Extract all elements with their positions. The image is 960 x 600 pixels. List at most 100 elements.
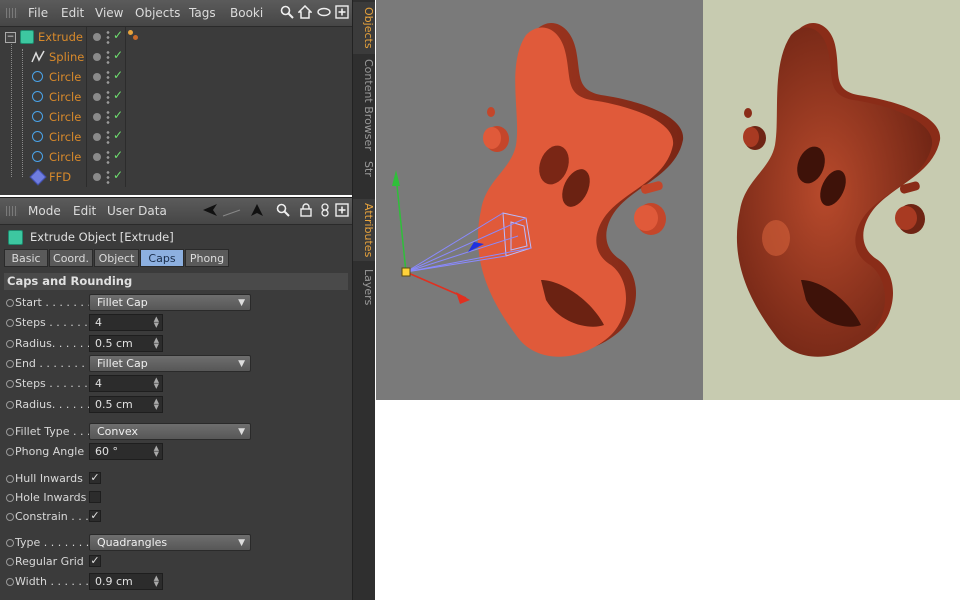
editor-render-dots-icon[interactable] (106, 70, 110, 84)
animate-bullet-icon[interactable] (6, 578, 14, 586)
end-dropdown[interactable]: Fillet Cap ▼ (89, 355, 251, 372)
grip-icon[interactable] (6, 8, 18, 18)
stepper-icon[interactable]: ▲ ▼ (154, 316, 159, 329)
visibility-dot-icon[interactable] (93, 53, 101, 61)
steps-start-field[interactable]: 4 ▲ ▼ (89, 314, 163, 331)
menu-bookmarks[interactable]: Booki (230, 6, 263, 20)
menu-edit[interactable]: Edit (73, 204, 96, 218)
tree-row-circle[interactable]: Circle ✓ (0, 107, 352, 127)
visibility-dot-icon[interactable] (93, 73, 101, 81)
extruded-object-shape[interactable] (376, 0, 703, 400)
editor-render-dots-icon[interactable] (106, 170, 110, 184)
visibility-dot-icon[interactable] (93, 173, 101, 181)
editor-render-dots-icon[interactable] (106, 90, 110, 104)
fillet-type-dropdown[interactable]: Convex ▼ (89, 423, 251, 440)
start-dropdown[interactable]: Fillet Cap ▼ (89, 294, 251, 311)
visibility-dot-icon[interactable] (93, 33, 101, 41)
animate-bullet-icon[interactable] (6, 428, 14, 436)
menu-tags[interactable]: Tags (189, 6, 216, 20)
editor-render-dots-icon[interactable] (106, 50, 110, 64)
lock-icon[interactable] (298, 203, 314, 219)
steps-end-field[interactable]: 4 ▲ ▼ (89, 375, 163, 392)
phong-angle-field[interactable]: 60 ° ▲ ▼ (89, 443, 163, 460)
enabled-check-icon[interactable]: ✓ (113, 108, 123, 122)
visibility-dot-icon[interactable] (93, 113, 101, 121)
tab-structure[interactable]: Str (353, 156, 375, 182)
enabled-check-icon[interactable]: ✓ (113, 128, 123, 142)
tag-icon-2[interactable] (133, 35, 138, 40)
animate-bullet-icon[interactable] (6, 448, 14, 456)
enabled-check-icon[interactable]: ✓ (113, 68, 123, 82)
tree-row-extrude[interactable]: Extrude ✓ (0, 27, 352, 47)
editor-render-dots-icon[interactable] (106, 30, 110, 44)
animate-bullet-icon[interactable] (6, 299, 14, 307)
radius-end-field[interactable]: 0.5 cm ▲ ▼ (89, 396, 163, 413)
animate-bullet-icon[interactable] (6, 539, 14, 547)
tree-row-circle[interactable]: Circle ✓ (0, 67, 352, 87)
tree-row-ffd[interactable]: FFD ✓ (0, 167, 352, 187)
tab-coord[interactable]: Coord. (49, 249, 93, 267)
animate-bullet-icon[interactable] (6, 475, 14, 483)
back-arrow-icon[interactable] (202, 203, 218, 219)
link-icon[interactable] (317, 203, 333, 219)
hull-inwards-checkbox[interactable]: ✓ (89, 472, 101, 484)
new-panel-icon[interactable] (334, 5, 350, 21)
radius-start-field[interactable]: 0.5 cm ▲ ▼ (89, 335, 163, 352)
menu-file[interactable]: File (28, 6, 48, 20)
menu-mode[interactable]: Mode (28, 204, 61, 218)
enabled-check-icon[interactable]: ✓ (113, 88, 123, 102)
home-icon[interactable] (297, 4, 313, 21)
visibility-dot-icon[interactable] (93, 153, 101, 161)
hole-inwards-checkbox[interactable] (89, 491, 101, 503)
constrain-checkbox[interactable]: ✓ (89, 510, 101, 522)
tag-icon[interactable] (128, 30, 133, 35)
tab-objects[interactable]: Objects (353, 2, 375, 54)
tree-row-circle[interactable]: Circle ✓ (0, 87, 352, 107)
enabled-check-icon[interactable]: ✓ (113, 28, 123, 42)
grip-icon[interactable] (6, 206, 18, 216)
tree-row-circle[interactable]: Circle ✓ (0, 147, 352, 167)
width-field[interactable]: 0.9 cm ▲ ▼ (89, 573, 163, 590)
stepper-icon[interactable]: ▲ ▼ (154, 445, 159, 458)
up-arrow-icon[interactable] (249, 203, 265, 219)
enabled-check-icon[interactable]: ✓ (113, 48, 123, 62)
animate-bullet-icon[interactable] (6, 494, 14, 502)
visibility-dot-icon[interactable] (93, 93, 101, 101)
stepper-icon[interactable]: ▲ ▼ (154, 398, 159, 411)
eye-icon[interactable] (316, 5, 332, 21)
editor-render-dots-icon[interactable] (106, 150, 110, 164)
editor-viewport[interactable] (376, 0, 703, 400)
menu-edit[interactable]: Edit (61, 6, 84, 20)
tab-phong[interactable]: Phong (185, 249, 229, 267)
animate-bullet-icon[interactable] (6, 401, 14, 409)
enabled-check-icon[interactable]: ✓ (113, 168, 123, 182)
visibility-dot-icon[interactable] (93, 133, 101, 141)
stepper-icon[interactable]: ▲ ▼ (154, 575, 159, 588)
tab-object[interactable]: Object (94, 249, 139, 267)
tree-row-spline[interactable]: Spline ✓ (0, 47, 352, 67)
tree-row-circle[interactable]: Circle ✓ (0, 127, 352, 147)
type-dropdown[interactable]: Quadrangles ▼ (89, 534, 251, 551)
regular-grid-checkbox[interactable]: ✓ (89, 555, 101, 567)
enabled-check-icon[interactable]: ✓ (113, 148, 123, 162)
tab-caps[interactable]: Caps (140, 249, 184, 267)
search-icon[interactable] (275, 203, 291, 219)
animate-bullet-icon[interactable] (6, 513, 14, 521)
animate-bullet-icon[interactable] (6, 360, 14, 368)
tab-layers[interactable]: Layers (353, 266, 375, 308)
menu-user-data[interactable]: User Data (107, 204, 167, 218)
editor-render-dots-icon[interactable] (106, 110, 110, 124)
animate-bullet-icon[interactable] (6, 558, 14, 566)
tab-basic[interactable]: Basic (4, 249, 48, 267)
menu-view[interactable]: View (95, 6, 123, 20)
animate-bullet-icon[interactable] (6, 340, 14, 348)
stepper-icon[interactable]: ▲ ▼ (154, 377, 159, 390)
menu-objects[interactable]: Objects (135, 6, 180, 20)
stepper-icon[interactable]: ▲ ▼ (154, 337, 159, 350)
forward-arrow-icon[interactable] (222, 203, 241, 219)
tab-content-browser[interactable]: Content Browser (353, 58, 375, 152)
animate-bullet-icon[interactable] (6, 319, 14, 327)
editor-render-dots-icon[interactable] (106, 130, 110, 144)
animate-bullet-icon[interactable] (6, 380, 14, 388)
new-panel-icon[interactable] (334, 203, 350, 219)
